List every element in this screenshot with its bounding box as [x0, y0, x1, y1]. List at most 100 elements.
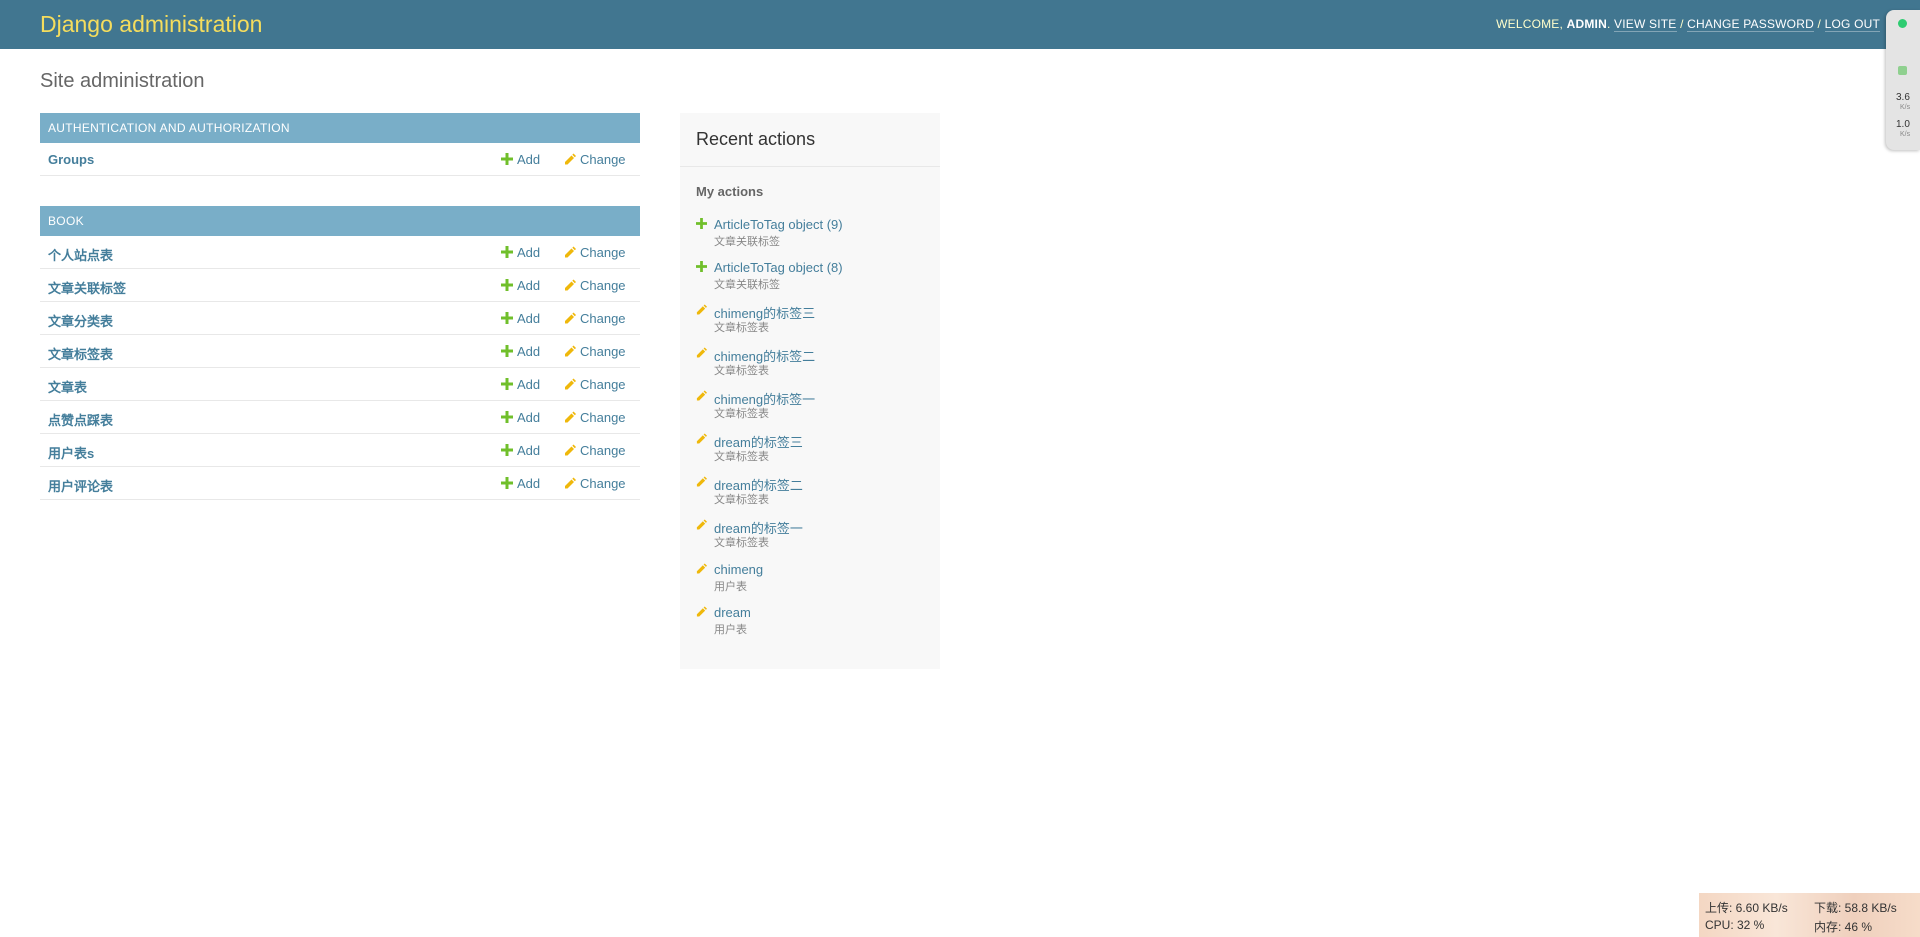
- model-link[interactable]: 文章关联标签: [48, 278, 126, 297]
- model-row: 个人站点表 Add Change: [40, 236, 640, 269]
- page-title: Site administration: [40, 70, 205, 92]
- app-module-auth: AUTHENTICATION AND AUTHORIZATION Groups …: [40, 113, 640, 176]
- add-icon: [501, 444, 513, 456]
- model-link[interactable]: 文章表: [48, 377, 87, 396]
- pencil-icon: [696, 304, 707, 315]
- welcome-text: WELCOME,: [1496, 17, 1564, 31]
- action-link[interactable]: ArticleToTag object (8): [714, 260, 843, 275]
- app-module-book: BOOK 个人站点表 Add Change 文章关联标签 Add Change …: [40, 206, 640, 500]
- add-label: Add: [517, 344, 541, 359]
- add-link[interactable]: Add: [501, 344, 540, 359]
- add-link[interactable]: Add: [501, 278, 540, 293]
- change-password-link[interactable]: CHANGE PASSWORD: [1687, 17, 1814, 32]
- action-content-type: 文章标签表: [714, 451, 769, 463]
- welcome-suffix: .: [1606, 17, 1611, 31]
- recent-actions-panel: Recent actions My actions ArticleToTag o…: [680, 113, 940, 669]
- pencil-icon: [565, 378, 576, 390]
- action-link[interactable]: dream: [714, 605, 751, 620]
- module-caption-label: AUTHENTICATION AND AUTHORIZATION: [48, 121, 290, 135]
- change-label: Change: [580, 152, 626, 167]
- upload-rate: 上传: 6.60 KB/s: [1705, 901, 1788, 915]
- change-label: Change: [580, 410, 626, 425]
- action-content-type: 文章标签表: [714, 322, 769, 334]
- change-link[interactable]: Change: [564, 377, 626, 392]
- change-label: Change: [580, 245, 626, 260]
- model-link[interactable]: 用户表s: [48, 443, 94, 462]
- action-content-type: 文章标签表: [714, 537, 769, 549]
- action-link[interactable]: chimeng: [714, 562, 763, 577]
- cpu-usage: CPU: 32 %: [1705, 918, 1765, 932]
- add-link[interactable]: Add: [501, 476, 540, 491]
- change-link[interactable]: Change: [564, 476, 626, 491]
- admin-header: Django administration WELCOME, ADMIN. VI…: [0, 0, 1920, 49]
- pencil-icon: [565, 312, 576, 324]
- add-label: Add: [517, 245, 541, 260]
- pencil-icon: [565, 345, 576, 357]
- add-label: Add: [517, 311, 541, 326]
- pencil-icon: [565, 153, 576, 165]
- system-monitor[interactable]: 上传: 6.60 KB/s 下载: 58.8 KB/s CPU: 32 % 内存…: [1699, 893, 1920, 937]
- add-link[interactable]: Add: [501, 245, 540, 260]
- add-icon: [501, 246, 513, 258]
- my-actions-heading: My actions: [696, 184, 764, 199]
- action-content-type: 文章标签表: [714, 408, 769, 420]
- add-label: Add: [517, 476, 541, 491]
- pencil-icon: [565, 279, 576, 291]
- change-link[interactable]: Change: [564, 344, 626, 359]
- model-row: 用户表s Add Change: [40, 434, 640, 467]
- model-link[interactable]: 文章分类表: [48, 311, 113, 330]
- add-label: Add: [517, 377, 541, 392]
- pencil-icon: [696, 433, 707, 444]
- change-link[interactable]: Change: [564, 311, 626, 326]
- view-site-link[interactable]: VIEW SITE: [1614, 17, 1677, 32]
- recent-actions-title: Recent actions: [696, 129, 816, 149]
- change-link[interactable]: Change: [564, 443, 626, 458]
- module-caption[interactable]: BOOK: [40, 206, 640, 236]
- model-row: 文章分类表 Add Change: [40, 302, 640, 335]
- add-icon: [501, 411, 513, 423]
- pencil-icon: [565, 444, 576, 456]
- add-link[interactable]: Add: [501, 311, 540, 326]
- add-link[interactable]: Add: [501, 377, 540, 392]
- log-out-link[interactable]: LOG OUT: [1824, 17, 1880, 32]
- pencil-icon: [696, 347, 707, 358]
- upload-speed-value: 3.6: [1896, 92, 1910, 103]
- download-speed-unit: K/s: [1900, 131, 1911, 138]
- upload-speed-unit: K/s: [1900, 104, 1911, 111]
- model-link[interactable]: 点赞点踩表: [48, 410, 113, 429]
- action-content-type: 用户表: [714, 581, 747, 593]
- separator: /: [1817, 17, 1822, 31]
- site-branding[interactable]: Django administration: [40, 11, 262, 38]
- change-label: Change: [580, 311, 626, 326]
- pencil-icon: [565, 246, 576, 258]
- change-label: Change: [580, 443, 626, 458]
- change-label: Change: [580, 476, 626, 491]
- module-caption[interactable]: AUTHENTICATION AND AUTHORIZATION: [40, 113, 640, 143]
- network-speed-widget[interactable]: 3.6 K/s 1.0 K/s: [1886, 10, 1920, 150]
- pencil-icon: [696, 476, 707, 487]
- change-link[interactable]: Change: [564, 245, 626, 260]
- change-link[interactable]: Change: [564, 410, 626, 425]
- divider: [680, 166, 940, 167]
- memory-usage: 内存: 46 %: [1814, 920, 1873, 934]
- download-speed-value: 1.0: [1896, 119, 1910, 130]
- add-link[interactable]: Add: [501, 152, 540, 167]
- change-label: Change: [580, 278, 626, 293]
- pencil-icon: [696, 563, 707, 574]
- action-content-type: 用户表: [714, 624, 747, 636]
- change-link[interactable]: Change: [564, 278, 626, 293]
- add-icon: [501, 477, 513, 489]
- add-icon: [696, 218, 707, 229]
- model-row: 用户评论表 Add Change: [40, 467, 640, 500]
- model-link[interactable]: 个人站点表: [48, 245, 113, 264]
- model-link[interactable]: 文章标签表: [48, 344, 113, 363]
- model-link[interactable]: 用户评论表: [48, 476, 113, 495]
- add-link[interactable]: Add: [501, 443, 540, 458]
- change-link[interactable]: Change: [564, 152, 626, 167]
- model-link[interactable]: Groups: [48, 152, 94, 167]
- add-link[interactable]: Add: [501, 410, 540, 425]
- add-label: Add: [517, 410, 541, 425]
- model-row: 文章表 Add Change: [40, 368, 640, 401]
- action-link[interactable]: ArticleToTag object (9): [714, 217, 843, 232]
- add-icon: [501, 153, 513, 165]
